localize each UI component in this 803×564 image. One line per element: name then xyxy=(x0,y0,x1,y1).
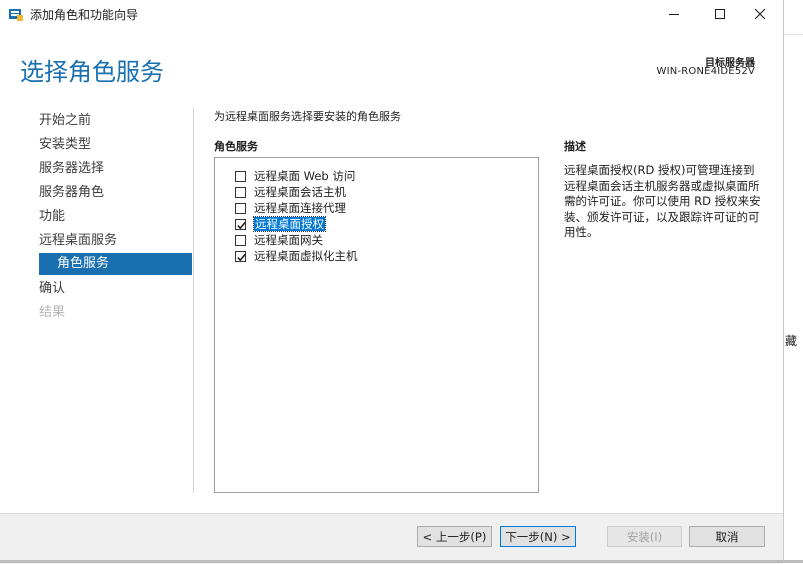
role-service-label: 远程桌面网关 xyxy=(254,233,323,247)
role-service-label: 远程桌面 Web 访问 xyxy=(254,169,356,183)
target-server-name: WIN-RONE4IDE52V xyxy=(656,66,755,77)
nav-item-server-selection[interactable]: 服务器选择 xyxy=(39,158,104,180)
nav-item-installation-type[interactable]: 安装类型 xyxy=(39,134,91,156)
background-window xyxy=(784,0,803,563)
nav-item-server-roles[interactable]: 服务器角色 xyxy=(39,182,104,204)
role-service-rd-session-host[interactable]: 远程桌面会话主机 xyxy=(235,184,346,200)
instruction-text: 为远程桌面服务选择要安装的角色服务 xyxy=(214,110,401,123)
role-service-label: 远程桌面会话主机 xyxy=(254,185,346,199)
checkmark-icon xyxy=(237,221,246,229)
role-service-rd-virtualization-host[interactable]: 远程桌面虚拟化主机 xyxy=(235,248,358,264)
description-heading: 描述 xyxy=(564,140,586,153)
close-icon xyxy=(754,8,766,20)
minimize-button[interactable] xyxy=(651,0,697,28)
cancel-button[interactable]: 取消 xyxy=(689,526,765,547)
checkbox[interactable] xyxy=(235,250,246,262)
role-service-label: 远程桌面虚拟化主机 xyxy=(254,249,358,263)
wizard-footer: < 上一步(P) 下一步(N) > 安装(I) 取消 xyxy=(0,513,783,564)
window-title: 添加角色和功能向导 xyxy=(30,8,139,22)
role-service-label: 远程桌面连接代理 xyxy=(254,201,346,215)
nav-item-before-you-begin[interactable]: 开始之前 xyxy=(39,110,91,132)
install-button: 安装(I) xyxy=(607,526,682,547)
previous-button[interactable]: < 上一步(P) xyxy=(417,526,492,547)
description-text: 远程桌面授权(RD 授权)可管理连接到远程桌面会话主机服务器或虚拟桌面所需的许可… xyxy=(564,163,761,239)
title-bar[interactable]: 添加角色和功能向导 xyxy=(0,0,783,28)
role-services-heading: 角色服务 xyxy=(214,140,258,153)
nav-item-confirmation[interactable]: 确认 xyxy=(39,278,65,300)
close-button[interactable] xyxy=(737,0,783,28)
maximize-icon xyxy=(715,9,725,19)
checkbox[interactable] xyxy=(235,170,246,182)
checkbox[interactable] xyxy=(235,234,246,246)
next-button[interactable]: 下一步(N) > xyxy=(500,526,576,547)
minimize-icon xyxy=(669,14,679,15)
checkbox[interactable] xyxy=(235,218,246,230)
page-title: 选择角色服务 xyxy=(20,58,164,86)
nav-divider xyxy=(193,108,194,493)
nav-item-features[interactable]: 功能 xyxy=(39,206,65,228)
role-service-rd-licensing[interactable]: 远程桌面授权 xyxy=(235,216,326,232)
role-service-rd-web-access[interactable]: 远程桌面 Web 访问 xyxy=(235,168,355,184)
checkbox[interactable] xyxy=(235,186,246,198)
nav-item-remote-desktop-services[interactable]: 远程桌面服务 xyxy=(39,230,117,252)
role-service-rd-connection-broker[interactable]: 远程桌面连接代理 xyxy=(235,200,346,216)
role-service-label: 远程桌面授权 xyxy=(253,216,326,232)
background-window-text: 藏 xyxy=(785,334,798,348)
nav-item-role-services[interactable]: 角色服务 xyxy=(39,253,192,275)
nav-item-results: 结果 xyxy=(39,305,66,320)
role-services-list[interactable]: 远程桌面 Web 访问 远程桌面会话主机 远程桌面连接代理 远程桌面授权 远程桌… xyxy=(214,157,539,493)
checkmark-icon xyxy=(237,253,246,261)
wizard-window: 添加角色和功能向导 选择角色服务 目标服务器 WIN-RONE4IDE52V 开… xyxy=(0,0,784,564)
role-service-rd-gateway[interactable]: 远程桌面网关 xyxy=(235,232,323,248)
checkbox[interactable] xyxy=(235,202,246,214)
server-manager-icon xyxy=(8,6,24,22)
background-window-divider xyxy=(784,34,803,35)
